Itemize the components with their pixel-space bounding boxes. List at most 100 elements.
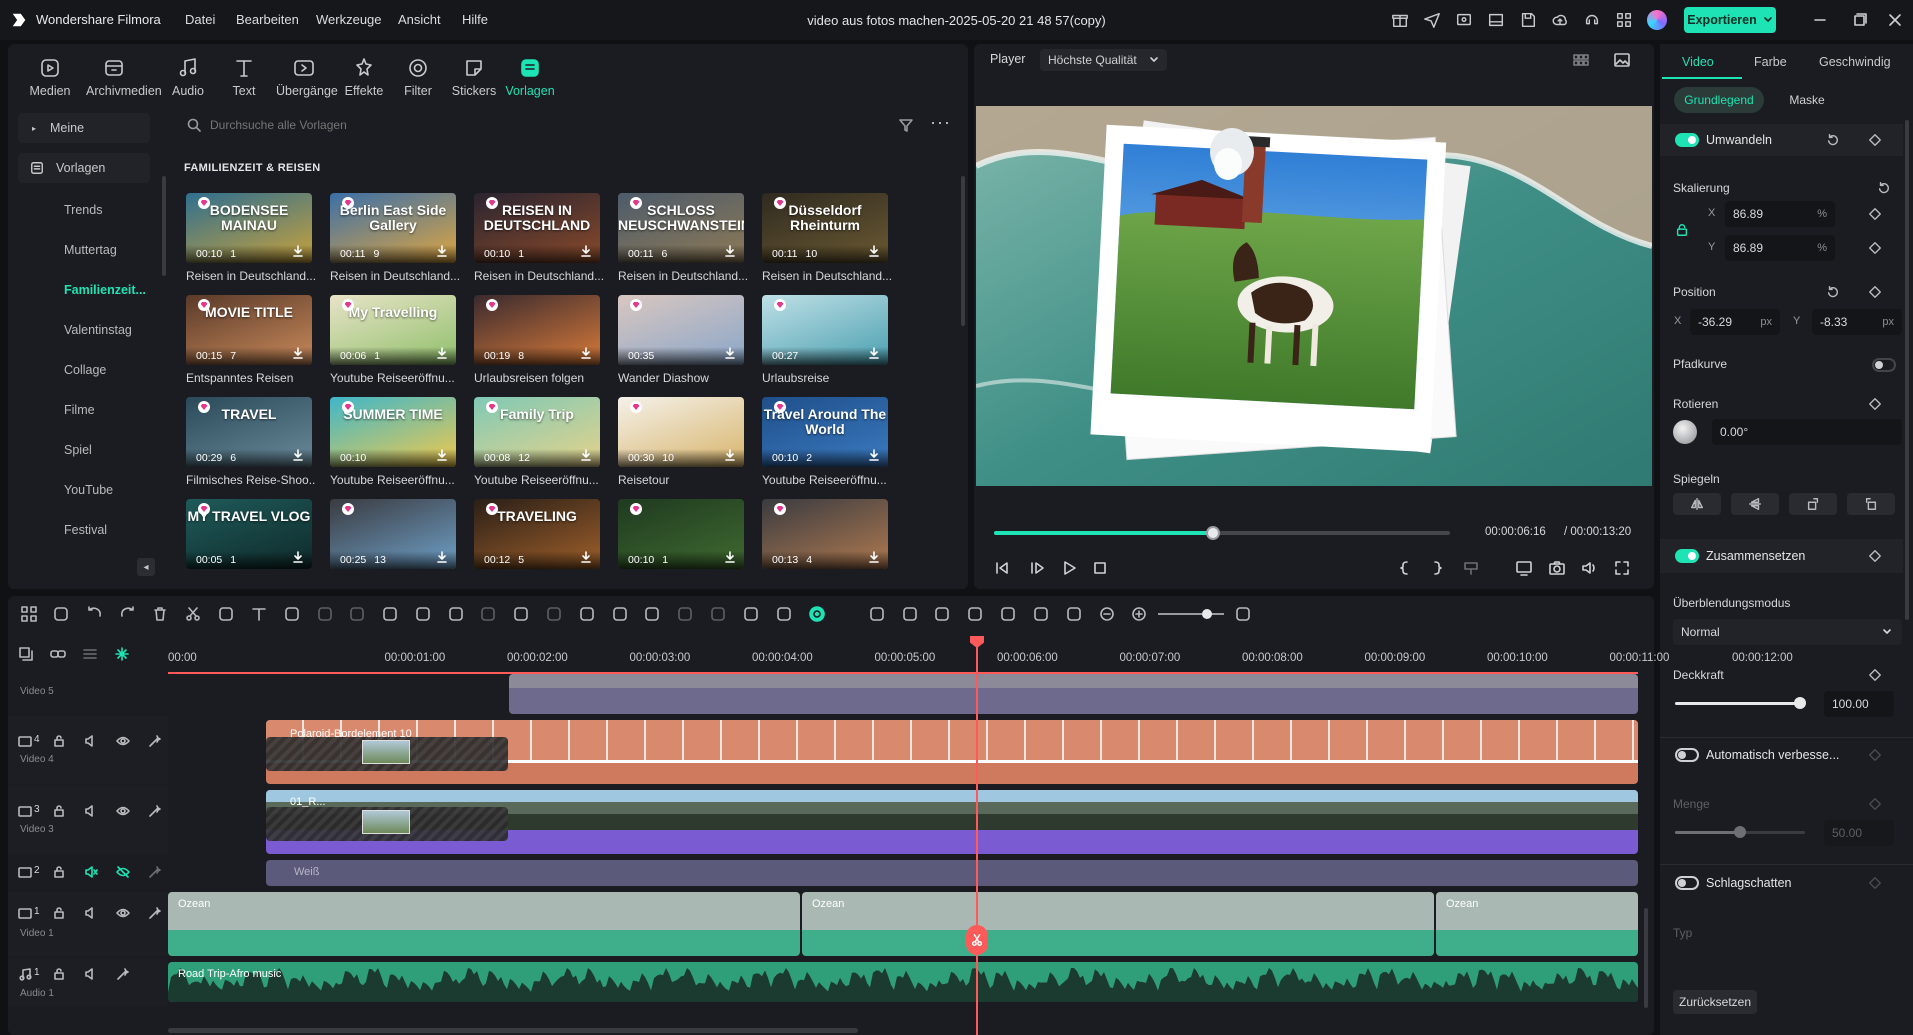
menu-werkzeuge[interactable]: Werkzeuge	[316, 12, 382, 27]
support-icon[interactable]	[1583, 11, 1601, 29]
zoom-out-icon[interactable]	[1098, 605, 1116, 623]
close-icon[interactable]	[1885, 10, 1905, 30]
download-icon[interactable]	[868, 347, 880, 359]
display-icon[interactable]	[1515, 559, 1533, 577]
mask-icon[interactable]	[348, 605, 366, 623]
sidebar-item-valentinstag[interactable]: Valentinstag	[8, 315, 148, 345]
template-card[interactable]: MY TRAVEL VLOG 00:05 1	[186, 499, 312, 591]
tab-video[interactable]: Video	[1682, 55, 1714, 69]
tool-audio[interactable]: Audio	[160, 56, 216, 98]
tool-text[interactable]: Text	[216, 56, 272, 98]
clip-ocean-1[interactable]: Ozean	[168, 892, 800, 956]
microphone-icon[interactable]	[966, 605, 984, 623]
template-card[interactable]: REISEN IN DEUTSCHLAND 00:10 1 Reisen in …	[474, 193, 604, 285]
template-card[interactable]: Düsseldorf Rheinturm 00:11 10 Reisen in …	[762, 193, 892, 285]
amount-field[interactable]: 50.00	[1824, 820, 1894, 846]
tab-geschwindigkeit[interactable]: Geschwindig	[1819, 55, 1891, 69]
tool-medien[interactable]: Medien	[22, 56, 78, 98]
zoom-slider[interactable]	[1158, 609, 1224, 619]
maximize-icon[interactable]	[1850, 10, 1870, 30]
motion-icon[interactable]	[611, 605, 629, 623]
subtab-maske[interactable]: Maske	[1770, 87, 1844, 113]
template-card[interactable]: Berlin East Side Gallery 00:11 9 Reisen …	[330, 193, 460, 285]
ai-smart-icon[interactable]	[808, 605, 826, 623]
reset-icon[interactable]	[1826, 285, 1840, 299]
keyframe-diamond-icon[interactable]	[1868, 133, 1882, 147]
tool-effekte[interactable]: Effekte	[336, 56, 392, 98]
volume-icon[interactable]	[84, 906, 98, 920]
template-card[interactable]: 00:25 13	[330, 499, 456, 591]
tool-uebergaenge[interactable]: Übergänge	[276, 56, 338, 98]
path-curve-toggle[interactable]	[1872, 358, 1896, 372]
flip-horizontal-button[interactable]	[1673, 493, 1721, 515]
subtab-grundlegend[interactable]: Grundlegend	[1674, 87, 1764, 113]
sidebar-scrollbar[interactable]	[162, 176, 166, 276]
sidebar-item-vorlagen[interactable]: Vorlagen	[18, 153, 150, 183]
eye-icon[interactable]	[116, 734, 130, 748]
keyframe-diamond-icon[interactable]	[1868, 285, 1882, 299]
template-card[interactable]: TRAVELING 00:12 5	[474, 499, 600, 591]
template-card[interactable]: SUMMER TIME 00:10 Youtube Reiseeröffnu..…	[330, 397, 456, 489]
template-card[interactable]: BODENSEE MAINAU 00:10 1 Reisen in Deutsc…	[186, 193, 316, 285]
magic-wand-icon[interactable]	[148, 734, 162, 748]
keyframe-diamond-icon[interactable]	[1868, 797, 1882, 811]
keyframe-icon[interactable]	[447, 605, 465, 623]
template-card[interactable]: 00:10 1	[618, 499, 744, 591]
play-icon[interactable]	[1060, 559, 1078, 577]
transform-toggle[interactable]	[1675, 133, 1699, 147]
undo-icon[interactable]	[86, 605, 104, 623]
tool-vorlagen[interactable]: Vorlagen	[502, 56, 558, 98]
video-preview[interactable]	[976, 106, 1652, 486]
timeline-scrollbar[interactable]	[168, 1028, 858, 1033]
download-icon[interactable]	[868, 551, 880, 563]
template-card[interactable]: 00:19 8 Urlaubsreisen folgen	[474, 295, 600, 387]
avatar[interactable]	[1647, 10, 1667, 30]
tool-stickers[interactable]: Stickers	[446, 56, 502, 98]
auto-highlight-icon[interactable]	[868, 605, 886, 623]
download-icon[interactable]	[580, 347, 592, 359]
cut-icon[interactable]	[184, 605, 202, 623]
drop-shadow-toggle[interactable]	[1675, 876, 1699, 890]
eye-icon[interactable]	[116, 906, 130, 920]
playback-seekbar[interactable]	[994, 526, 1450, 540]
template-card[interactable]: Family Trip 00:08 12 Youtube Reiseeröffn…	[474, 397, 600, 489]
volume-icon[interactable]	[84, 967, 98, 981]
clip-polaroid-frame[interactable]: Polaroid-Bordelement 10	[266, 720, 1638, 784]
opacity-slider-knob[interactable]	[1794, 697, 1806, 709]
download-icon[interactable]	[436, 449, 448, 461]
menu-bearbeiten[interactable]: Bearbeiten	[236, 12, 299, 27]
link-icon[interactable]	[50, 646, 66, 662]
rotate-left-button[interactable]	[1847, 493, 1895, 515]
split-audio-icon[interactable]	[545, 605, 563, 623]
download-icon[interactable]	[292, 449, 304, 461]
keyframe-diamond-icon[interactable]	[1868, 876, 1882, 890]
sidebar-item-youtube[interactable]: YouTube	[8, 475, 148, 505]
volume-icon[interactable]	[84, 804, 98, 818]
amount-slider-knob[interactable]	[1734, 826, 1746, 838]
sidebar-item-muttertag[interactable]: Muttertag	[8, 235, 148, 265]
download-icon[interactable]	[724, 551, 736, 563]
template-card[interactable]: SCHLOSS NEUSCHWANSTEIN 00:11 6 Reisen in…	[618, 193, 748, 285]
crop-icon[interactable]	[217, 605, 235, 623]
layout-grid-icon[interactable]	[20, 605, 38, 623]
keyframe-diamond-icon[interactable]	[1868, 241, 1882, 255]
minimize-icon[interactable]	[1810, 10, 1830, 30]
replace-icon[interactable]	[1065, 605, 1083, 623]
volume-icon[interactable]	[1580, 559, 1598, 577]
template-card[interactable]: 00:27 Urlaubsreise	[762, 295, 888, 387]
magic-wand-icon[interactable]	[148, 865, 162, 879]
download-icon[interactable]	[292, 551, 304, 563]
search-input[interactable]	[210, 115, 810, 135]
filter-funnel-icon[interactable]	[898, 117, 914, 133]
lock-icon[interactable]	[52, 906, 66, 920]
menu-ansicht[interactable]: Ansicht	[398, 12, 441, 27]
lock-icon[interactable]	[52, 967, 66, 981]
export-button[interactable]: Exportieren	[1684, 7, 1776, 33]
scissors-cut-icon[interactable]	[966, 925, 988, 955]
amount-slider[interactable]	[1675, 826, 1805, 838]
reset-button[interactable]: Zurücksetzen	[1673, 990, 1757, 1014]
tracking-icon[interactable]	[643, 605, 661, 623]
download-icon[interactable]	[580, 449, 592, 461]
grid-apps-icon[interactable]	[1615, 11, 1633, 29]
text-tool-icon[interactable]	[250, 605, 268, 623]
